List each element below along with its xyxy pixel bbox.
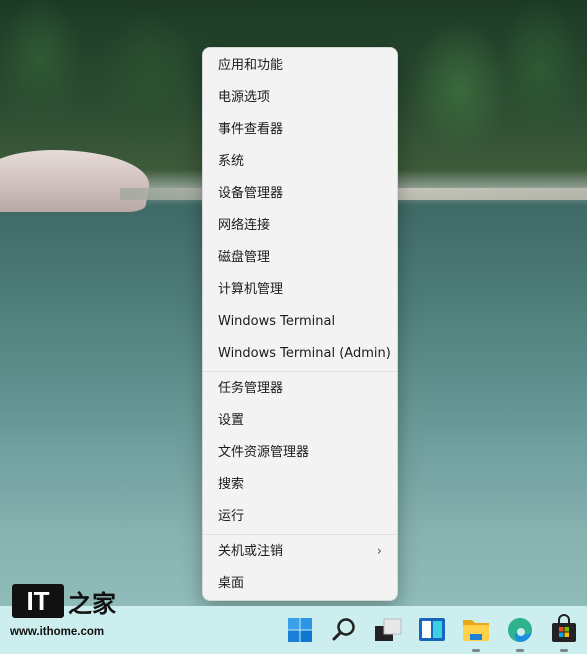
file-explorer-icon[interactable]	[460, 614, 492, 652]
menu-item-event-viewer[interactable]: 事件查看器	[203, 114, 397, 146]
menu-item-windows-terminal[interactable]: Windows Terminal	[203, 306, 397, 338]
widgets-icon[interactable]	[416, 614, 448, 646]
menu-item-run[interactable]: 运行	[203, 501, 397, 533]
edge-icon[interactable]	[504, 614, 536, 652]
store-icon[interactable]	[548, 614, 580, 652]
quick-link-menu: 应用和功能 电源选项 事件查看器 系统 设备管理器 网络连接 磁盘管理 计算机管…	[202, 47, 398, 601]
ithome-logo-glyphs: 之家	[68, 589, 116, 618]
menu-item-apps-features[interactable]: 应用和功能	[203, 50, 397, 82]
menu-divider	[203, 534, 397, 535]
menu-item-power-options[interactable]: 电源选项	[203, 82, 397, 114]
menu-item-system[interactable]: 系统	[203, 146, 397, 178]
menu-item-task-manager[interactable]: 任务管理器	[203, 373, 397, 405]
chevron-right-icon: ›	[376, 544, 382, 559]
watermark-url: www.ithome.com	[10, 626, 105, 638]
windows-start-icon[interactable]	[284, 614, 316, 646]
menu-item-device-manager[interactable]: 设备管理器	[203, 178, 397, 210]
menu-item-desktop[interactable]: 桌面	[203, 568, 397, 600]
menu-item-settings[interactable]: 设置	[203, 405, 397, 437]
menu-item-network-connections[interactable]: 网络连接	[203, 210, 397, 242]
menu-item-computer-management[interactable]: 计算机管理	[203, 274, 397, 306]
search-icon[interactable]	[328, 614, 360, 646]
menu-item-shutdown-signout[interactable]: 关机或注销 ›	[203, 536, 397, 568]
menu-item-label: 关机或注销	[218, 544, 284, 559]
menu-item-disk-management[interactable]: 磁盘管理	[203, 242, 397, 274]
menu-item-windows-terminal-admin[interactable]: Windows Terminal (Admin)	[203, 338, 397, 370]
menu-item-file-explorer[interactable]: 文件资源管理器	[203, 437, 397, 469]
menu-item-search[interactable]: 搜索	[203, 469, 397, 501]
ithome-logo: IT	[12, 584, 64, 618]
ithome-watermark: IT 之家 www.ithome.com	[10, 582, 120, 642]
task-view-icon[interactable]	[372, 614, 404, 646]
menu-divider	[203, 371, 397, 372]
